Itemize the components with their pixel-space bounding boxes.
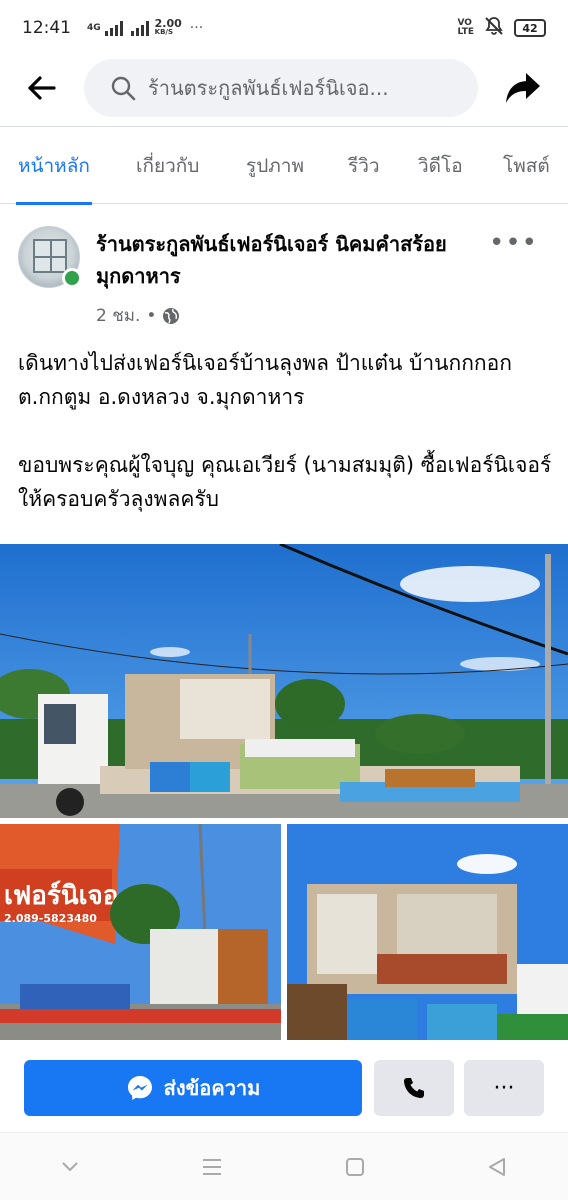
search-icon (111, 76, 136, 101)
call-button[interactable] (374, 1060, 454, 1116)
status-bar: 12:41 4G 2.00 KB/S ··· VO LTE 42 (0, 0, 568, 56)
page-tabs: หน้าหลัก เกี่ยวกับ รูปภาพ รีวิว วิดีโอ โ… (0, 126, 568, 205)
store-sign-photo: เฟอร์นิเจอ 2.089-5823480 (0, 824, 281, 1040)
search-text: ร้านตระกูลพันธ์เฟอร์นิเจอ... (148, 76, 389, 100)
system-nav-bar (0, 1132, 568, 1200)
top-bar: ร้านตระกูลพันธ์เฟอร์นิเจอ... (0, 56, 568, 120)
post-paragraph-1: เดินทางไปส่งเฟอร์นิเจอร์บ้านลุงพล ป้าแต๋… (18, 351, 512, 409)
online-status-dot (62, 268, 82, 288)
signal-icon (104, 20, 123, 36)
globe-icon (163, 307, 180, 324)
back-button[interactable] (0, 56, 84, 120)
avatar-image (33, 239, 67, 273)
furniture-photo (287, 824, 568, 1040)
post-options-button[interactable]: ••• (489, 228, 538, 258)
phone-icon (404, 1078, 424, 1098)
sign-text: เฟอร์นิเจอ (4, 880, 118, 911)
tab-reviews[interactable]: รีวิว (348, 151, 380, 181)
home-icon[interactable] (345, 1157, 365, 1177)
sign-phone: 2.089-5823480 (4, 912, 97, 925)
post-paragraph-2: ขอบพระคุณผู้ใจบุญ คุณเอเวียร์ (นามสมมุติ… (18, 453, 552, 511)
post-photo-right[interactable] (287, 824, 568, 1040)
status-time: 12:41 (22, 18, 71, 38)
post-time[interactable]: 2 ชม. (96, 302, 140, 329)
recent-apps-icon[interactable] (201, 1158, 223, 1176)
back-triangle-icon[interactable] (487, 1157, 507, 1177)
status-dots: ··· (189, 20, 204, 36)
send-message-label: ส่งข้อความ (163, 1076, 261, 1100)
truck-photo (0, 544, 568, 818)
chevron-down-icon[interactable] (61, 1161, 79, 1173)
tab-videos[interactable]: วิดีโอ (418, 151, 463, 181)
messenger-icon (127, 1076, 152, 1100)
send-message-button[interactable]: ส่งข้อความ (24, 1060, 362, 1116)
network-speed: 2.00 KB/S (154, 17, 182, 36)
meta-separator: • (146, 305, 157, 326)
search-bar[interactable]: ร้านตระกูลพันธ์เฟอร์นิเจอ... (84, 59, 478, 117)
more-actions-button[interactable]: ··· (464, 1060, 544, 1116)
post-body: เดินทางไปส่งเฟอร์นิเจอร์บ้านลุงพล ป้าแต๋… (18, 346, 554, 550)
share-arrow-icon (506, 73, 540, 103)
page-action-bar: ส่งข้อความ ··· (0, 1040, 568, 1132)
tab-about[interactable]: เกี่ยวกับ (136, 151, 199, 181)
arrow-left-icon (28, 76, 56, 100)
post-meta: 2 ชม. • (96, 302, 180, 329)
battery-icon: 42 (514, 19, 546, 37)
tab-home[interactable]: หน้าหลัก (16, 151, 92, 205)
share-button[interactable] (478, 56, 568, 120)
mute-bell-icon (484, 16, 504, 41)
tab-posts[interactable]: โพสต์ (503, 151, 550, 181)
page-name[interactable]: ร้านตระกูลพันธ์เฟอร์นิเจอร์ นิคมคำสร้อย … (96, 228, 456, 292)
post-photo-main[interactable] (0, 544, 568, 818)
volte-icon: VO LTE (457, 18, 474, 37)
network-type: 4G (87, 22, 101, 33)
post-photo-left[interactable]: เฟอร์นิเจอ 2.089-5823480 (0, 824, 281, 1040)
signal-icon-2 (130, 20, 149, 36)
post-header: ร้านตระกูลพันธ์เฟอร์นิเจอร์ นิคมคำสร้อย … (0, 222, 568, 332)
tab-photos[interactable]: รูปภาพ (246, 151, 304, 181)
